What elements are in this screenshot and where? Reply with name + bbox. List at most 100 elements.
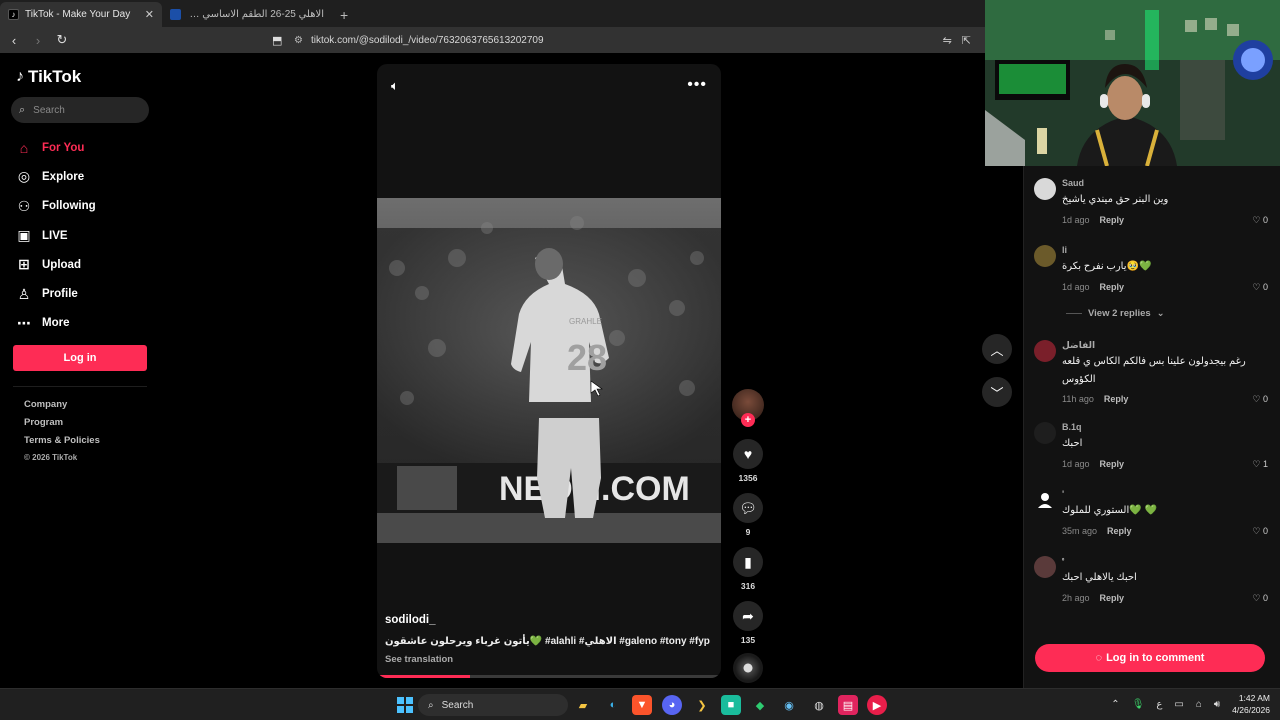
like-action[interactable]: ♥ 1356 — [732, 439, 764, 485]
chevron-up-icon[interactable]: ⌃ — [1111, 699, 1119, 710]
share-action[interactable]: ➦ 135 — [732, 601, 764, 647]
comment-username[interactable]: li — [1062, 245, 1067, 255]
reply-button[interactable]: Reply — [1104, 394, 1129, 404]
discord-icon[interactable]: ◕ — [662, 695, 682, 715]
save-count: 316 — [740, 581, 756, 591]
comment-action[interactable]: 💬︎ 9 — [732, 493, 764, 539]
speaker-icon[interactable]: 🔊︎ — [1214, 699, 1220, 710]
comment-username[interactable]: ﾟ — [1062, 556, 1067, 569]
sidebar-item-label: For You — [42, 141, 85, 154]
sidebar-item-explore[interactable]: ◎ Explore — [16, 162, 96, 191]
edge-icon[interactable]: ◐ — [603, 695, 623, 715]
comment-text: رغم بيجدولون علينا بس فالكم الكاس ي قلعه — [1062, 356, 1246, 367]
address-bar: ‹ › ↻ ⬒ ⚙ tiktok.com/@sodilodi_/video/76… — [0, 27, 985, 53]
volume-icon[interactable]: 🔈︎ — [391, 78, 399, 94]
footer-link-company[interactable]: Company — [24, 399, 100, 417]
previous-video-button[interactable]: ︿ — [982, 334, 1012, 364]
comment-like[interactable]: ♡ 1 — [1252, 459, 1268, 470]
sidebar-item-more[interactable]: ⋯ More — [16, 309, 96, 338]
compass-icon: ◎ — [17, 168, 31, 185]
comment-like[interactable]: ♡ 0 — [1252, 593, 1268, 604]
share-icon[interactable]: ⇱ — [962, 34, 971, 47]
sidebar-item-following[interactable]: ⚇ Following — [16, 192, 96, 221]
taskbar-search[interactable]: ⌕ Search — [418, 694, 568, 716]
display-icon[interactable]: ▭ — [1174, 699, 1183, 710]
follow-plus-icon[interactable]: + — [741, 413, 755, 427]
comment-like[interactable]: ♡ 0 — [1252, 215, 1268, 226]
comment-username[interactable]: ' — [1062, 489, 1064, 499]
sidebar-item-for-you[interactable]: ⌂ For You — [16, 133, 96, 162]
reply-button[interactable]: Reply — [1107, 526, 1132, 536]
comment-username[interactable]: Saud — [1062, 178, 1084, 188]
reload-icon[interactable]: ↻ — [52, 32, 72, 48]
sidebar-item-live[interactable]: ▣ LIVE — [16, 221, 96, 250]
video-author[interactable]: sodilodi_ — [385, 614, 435, 626]
video-frame[interactable]: NEOM.COM 28 GRAHLE — [377, 198, 721, 543]
game-launcher-icon[interactable]: ◆ — [750, 695, 770, 715]
clock[interactable]: 1:42 AM 4/26/2026 — [1232, 692, 1270, 716]
avatar[interactable] — [1034, 245, 1056, 267]
site-info-icon[interactable]: ⚙ — [294, 35, 303, 46]
comment-username[interactable]: B.1q — [1062, 422, 1082, 432]
youtube-music-icon[interactable]: ▶ — [867, 695, 887, 715]
obs-icon[interactable]: ◍ — [809, 695, 829, 715]
avatar[interactable] — [1034, 340, 1056, 362]
author-avatar[interactable]: + — [732, 389, 764, 427]
comment-like[interactable]: ♡ 0 — [1252, 394, 1268, 405]
heart-icon[interactable]: ♥ — [733, 439, 763, 469]
avatar[interactable] — [1034, 178, 1056, 200]
plex-icon[interactable]: ❯ — [692, 695, 712, 715]
login-button[interactable]: Log in — [13, 345, 147, 371]
view-replies-button[interactable]: View 2 replies ⌄ — [1066, 308, 1165, 319]
reply-button[interactable]: Reply — [1100, 215, 1125, 225]
reply-button[interactable]: Reply — [1100, 282, 1125, 292]
video-player[interactable]: 🔈︎ ••• 28 GRAHLE sodilodi_ يأتون غرباء و… — [377, 64, 721, 678]
brave-icon[interactable]: ▼ — [632, 695, 652, 715]
avatar[interactable] — [1034, 556, 1056, 578]
system-tray: ⌃ 🎙︎ ع ▭ ⌂ 🔊︎ 1:42 AM 4/26/2026 — [1111, 692, 1270, 716]
sidebar-item-profile[interactable]: ♙ Profile — [16, 279, 96, 308]
comment-icon[interactable]: 💬︎ — [733, 493, 763, 523]
forward-icon[interactable]: › — [28, 33, 48, 48]
footer-link-terms[interactable]: Terms & Policies — [24, 435, 100, 453]
music-disc-icon[interactable] — [733, 653, 763, 683]
tiktok-logo[interactable]: ♪ TikTok — [16, 67, 81, 87]
bookmark-icon[interactable]: ⬒ — [272, 34, 288, 47]
avatar[interactable] — [1034, 489, 1056, 511]
like-count: 1356 — [738, 473, 758, 483]
comment-like[interactable]: ♡ 0 — [1252, 526, 1268, 537]
close-tab-icon[interactable]: ✕ — [145, 8, 154, 21]
language-indicator[interactable]: ع — [1156, 699, 1162, 710]
search-input[interactable]: ⌕ Search — [11, 97, 149, 123]
share-arrow-icon[interactable]: ➦ — [733, 601, 763, 631]
copyright: © 2026 TikTok — [24, 453, 78, 462]
reply-button[interactable]: Reply — [1100, 459, 1125, 469]
network-icon[interactable]: ⌂ — [1196, 699, 1202, 710]
windows-start-icon[interactable] — [395, 695, 415, 715]
comment-like[interactable]: ♡ 0 — [1252, 282, 1268, 293]
save-action[interactable]: ▮ 316 — [732, 547, 764, 593]
sidebar-item-upload[interactable]: ⊞ Upload — [16, 250, 96, 279]
back-icon[interactable]: ‹ — [4, 33, 24, 48]
tab-tiktok[interactable]: ♪ TikTok - Make Your Day ✕ — [0, 2, 162, 27]
login-to-comment-button[interactable]: ◌ Log in to comment — [1035, 644, 1265, 672]
see-translation-link[interactable]: See translation — [385, 654, 453, 665]
tab-alahli-kit[interactable]: الاهلي 25-26 الطقم الاساسي - هتاف — [162, 2, 332, 27]
comment-username[interactable]: الفاضل — [1062, 340, 1095, 351]
new-tab-button[interactable]: + — [332, 7, 356, 27]
footer-link-program[interactable]: Program — [24, 417, 100, 435]
video-progress-bar[interactable] — [377, 675, 721, 678]
avatar[interactable] — [1034, 422, 1056, 444]
app-icon[interactable]: ■ — [721, 695, 741, 715]
steam-icon[interactable]: ◉ — [779, 695, 799, 715]
more-options-icon[interactable]: ••• — [687, 76, 707, 94]
reply-button[interactable]: Reply — [1100, 593, 1125, 603]
media-app-icon[interactable]: ▤ — [838, 695, 858, 715]
bookmark-icon[interactable]: ▮ — [733, 547, 763, 577]
next-video-button[interactable]: ﹀ — [982, 377, 1012, 407]
file-explorer-icon[interactable]: ▰ — [573, 695, 593, 715]
comment-like-count: 0 — [1262, 394, 1268, 404]
url-field[interactable]: tiktok.com/@sodilodi_/video/763206376561… — [311, 35, 544, 46]
microphone-icon[interactable]: 🎙︎ — [1132, 699, 1145, 710]
translate-icon[interactable]: ⇋ — [943, 34, 952, 47]
